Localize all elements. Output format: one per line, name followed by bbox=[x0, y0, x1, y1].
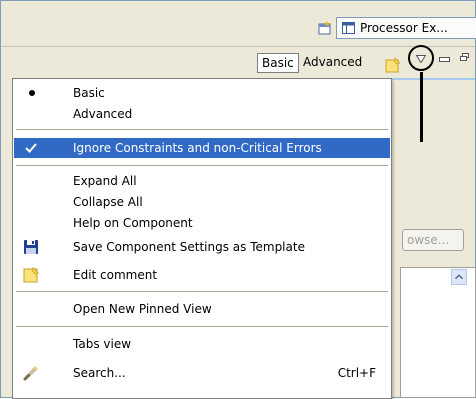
menu-item-expand-all[interactable]: Expand All bbox=[14, 171, 390, 191]
radio-bullet-icon bbox=[29, 90, 35, 96]
menu-separator bbox=[16, 165, 388, 166]
annotation-arrow-line bbox=[420, 72, 423, 142]
note-icon[interactable] bbox=[385, 57, 401, 73]
text-area[interactable] bbox=[400, 267, 476, 398]
menu-item-save-template[interactable]: Save Component Settings as Template bbox=[14, 237, 390, 257]
menu-item-collapse-all[interactable]: Collapse All bbox=[14, 192, 390, 212]
view-menu-chevron-icon[interactable] bbox=[416, 55, 426, 63]
maximize-icon[interactable] bbox=[460, 53, 469, 61]
perspective-label: Processor Ex... bbox=[360, 21, 448, 35]
menu-item-help-on-component[interactable]: Help on Component bbox=[14, 213, 390, 233]
editor-window: Processor Ex... Basic Advanced owse... B… bbox=[0, 0, 476, 399]
menu-item-open-pinned-view[interactable]: Open New Pinned View bbox=[14, 299, 390, 319]
open-perspective-icon[interactable] bbox=[318, 21, 332, 35]
view-toolbar: Basic Advanced bbox=[1, 46, 475, 79]
menu-separator bbox=[16, 129, 388, 130]
menu-item-advanced[interactable]: Advanced bbox=[14, 104, 390, 124]
minimize-icon[interactable] bbox=[439, 57, 450, 62]
perspective-bar: Processor Ex... bbox=[1, 1, 476, 45]
basic-mode-button[interactable]: Basic bbox=[257, 53, 299, 73]
search-flashlight-icon bbox=[23, 366, 38, 381]
menu-item-basic[interactable]: Basic bbox=[14, 83, 390, 103]
checkmark-icon bbox=[25, 143, 37, 153]
menu-item-edit-comment[interactable]: Edit comment bbox=[14, 265, 390, 285]
menu-separator bbox=[16, 291, 388, 292]
browse-button[interactable]: owse... bbox=[402, 229, 464, 251]
search-shortcut: Ctrl+F bbox=[337, 366, 376, 380]
menu-separator bbox=[16, 326, 388, 327]
save-floppy-icon bbox=[24, 240, 38, 254]
menu-item-search[interactable]: Search... Ctrl+F bbox=[14, 363, 390, 383]
perspective-button[interactable]: Processor Ex... bbox=[336, 17, 476, 39]
view-menu-popup: Basic Advanced Ignore Constraints and no… bbox=[12, 78, 392, 399]
comment-note-icon bbox=[23, 267, 39, 283]
advanced-mode-button[interactable]: Advanced bbox=[303, 53, 362, 73]
scroll-up-icon[interactable] bbox=[451, 269, 467, 285]
menu-item-ignore-constraints[interactable]: Ignore Constraints and non-Critical Erro… bbox=[14, 138, 390, 158]
menu-item-tabs-view[interactable]: Tabs view bbox=[14, 334, 390, 354]
perspective-icon bbox=[342, 22, 355, 34]
